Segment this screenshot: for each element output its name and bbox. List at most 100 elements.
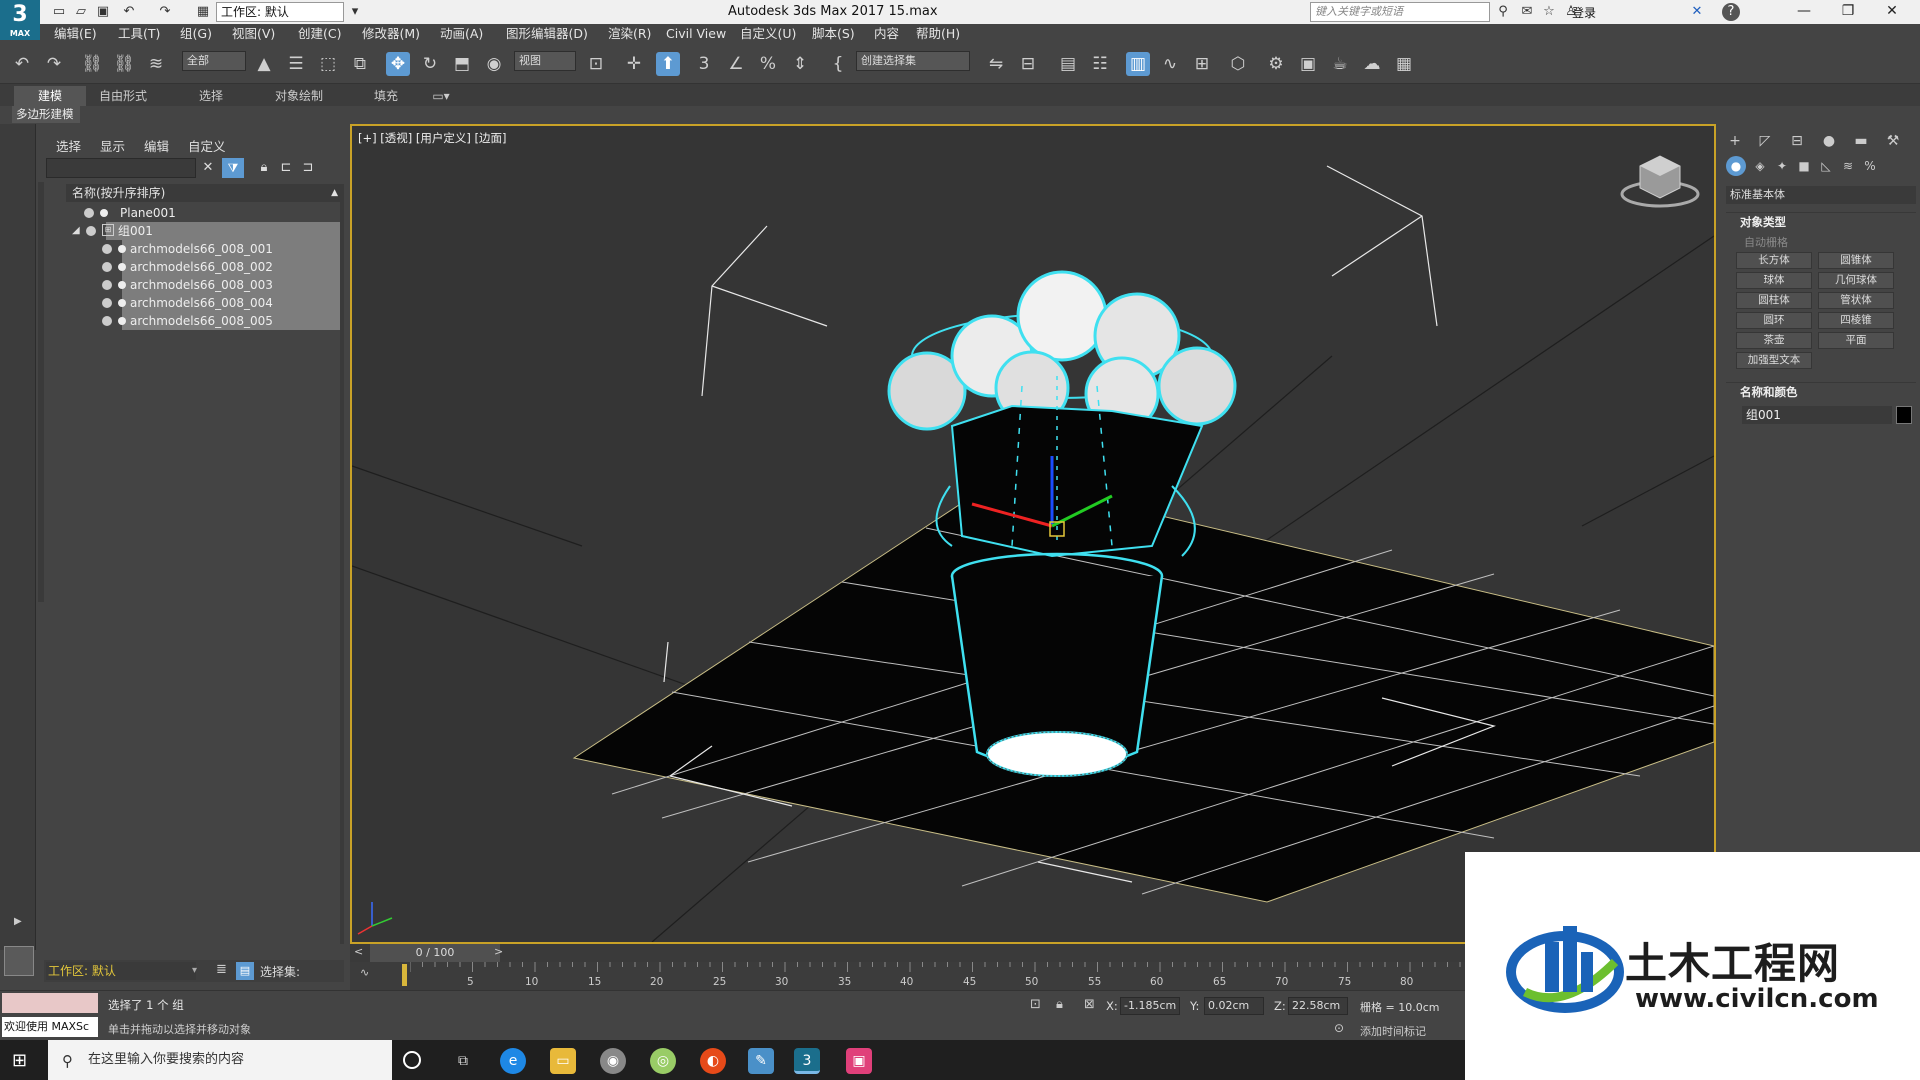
visibility-eye-icon[interactable] [102, 262, 112, 272]
menu-content[interactable]: 内容 [874, 24, 899, 44]
pivot-center-icon[interactable]: ⊡ [584, 52, 608, 76]
menu-graph-editors[interactable]: 图形编辑器(D) [506, 24, 588, 44]
cameras-category-icon[interactable]: ■ [1794, 156, 1814, 176]
menu-create[interactable]: 创建(C) [298, 24, 341, 44]
torus-button[interactable]: 圆环 [1736, 312, 1812, 329]
rollout-name-color[interactable]: 名称和颜色 [1726, 382, 1916, 400]
explorer-search-input[interactable] [46, 158, 196, 178]
close-window-button[interactable]: ✕ [1870, 0, 1914, 24]
create-tab-icon[interactable]: + [1724, 130, 1746, 152]
geosphere-button[interactable]: 几何球体 [1818, 272, 1894, 289]
expand-arrow-icon[interactable]: ▶ [14, 916, 22, 927]
systems-category-icon[interactable]: % [1860, 156, 1880, 176]
menu-edit[interactable]: 编辑(E) [54, 24, 97, 44]
undo-icon[interactable]: ↶ [120, 3, 138, 21]
pinned-app-icon[interactable]: ◉ [600, 1048, 626, 1074]
explorer-menu-edit[interactable]: 编辑 [144, 136, 169, 155]
place-icon[interactable]: ◉ [482, 52, 506, 76]
explorer-column-header[interactable]: 名称(按升序排序) ▲ [66, 184, 344, 202]
tab-object-paint[interactable]: 对象绘制 [262, 86, 336, 106]
toggle-ribbon-icon[interactable]: ☷ [1088, 52, 1112, 76]
y-coordinate-field[interactable]: 0.02cm [1204, 997, 1264, 1015]
menu-rendering[interactable]: 渲染(R) [608, 24, 651, 44]
project-icon[interactable]: ▦ [194, 3, 212, 21]
filter-icon[interactable]: ⧩ [222, 158, 244, 178]
layer-explorer-icon[interactable]: ▤ [1056, 52, 1080, 76]
cortana-icon[interactable] [403, 1051, 421, 1069]
notepad-icon[interactable]: ✎ [748, 1048, 774, 1074]
workspace-selector[interactable]: 工作区: 默认 [46, 962, 196, 980]
select-scale-icon[interactable]: ⬒ [450, 52, 474, 76]
layout-thumbnail[interactable] [4, 946, 34, 976]
absolute-mode-icon[interactable]: ⊠ [1084, 997, 1095, 1012]
binoculars-icon[interactable]: ⚲ [1494, 3, 1512, 21]
pyramid-button[interactable]: 四棱锥 [1818, 312, 1894, 329]
help-icon[interactable]: ? [1722, 3, 1740, 21]
task-view-icon[interactable]: ⧉ [450, 1048, 476, 1074]
tree-row-child[interactable]: archmodels66_008_003 [122, 276, 344, 294]
maxscript-listener-swatch[interactable] [2, 993, 98, 1013]
add-time-tag-button[interactable]: 添加时间标记 [1360, 1023, 1426, 1039]
visibility-eye-icon[interactable] [102, 280, 112, 290]
firefox-icon[interactable]: ◐ [700, 1048, 726, 1074]
tab-populate[interactable]: 填充 [354, 86, 418, 106]
maxscript-mini-listener[interactable]: 欢迎使用 MAXSc [2, 1017, 98, 1037]
undo-icon[interactable]: ↶ [10, 52, 34, 76]
cylinder-button[interactable]: 圆柱体 [1736, 292, 1812, 309]
tree-row-child[interactable]: archmodels66_008_002 [122, 258, 344, 276]
plane-button[interactable]: 平面 [1818, 332, 1894, 349]
menu-civil-view[interactable]: Civil View [666, 24, 726, 44]
box-button[interactable]: 长方体 [1736, 252, 1812, 269]
object-name-input[interactable]: 组001 [1742, 406, 1892, 424]
select-by-name-icon[interactable]: ☰ [284, 52, 308, 76]
visibility-eye-icon[interactable] [84, 208, 94, 218]
menu-scripting[interactable]: 脚本(S) [812, 24, 855, 44]
shapes-category-icon[interactable]: ◈ [1750, 156, 1770, 176]
3dsmax-taskbar-icon[interactable]: 3 [794, 1048, 820, 1074]
pinned-app-icon[interactable]: ◎ [650, 1048, 676, 1074]
textplus-button[interactable]: 加强型文本 [1736, 352, 1812, 369]
tube-button[interactable]: 管状体 [1818, 292, 1894, 309]
render-production-icon[interactable]: ☕ [1328, 52, 1352, 76]
explorer-menu-select[interactable]: 选择 [56, 136, 81, 155]
rollout-object-type[interactable]: 对象类型 [1726, 212, 1916, 230]
utilities-tab-icon[interactable]: ⚒ [1882, 130, 1904, 152]
visibility-eye-icon[interactable] [86, 226, 96, 236]
sphere-button[interactable]: 球体 [1736, 272, 1812, 289]
ribbon-polygon-modeling[interactable]: 多边形建模 [12, 106, 80, 123]
bind-space-warp-icon[interactable]: ≋ [144, 52, 168, 76]
render-setup-icon[interactable]: ⚙ [1264, 52, 1288, 76]
snaps-toggle-icon[interactable]: 3 [692, 52, 716, 76]
angle-snap-icon[interactable]: ∠ [724, 52, 748, 76]
communication-icon[interactable]: ✉ [1518, 3, 1536, 21]
modify-tab-icon[interactable]: ◸ [1754, 130, 1776, 152]
open-file-icon[interactable]: ▱ [72, 3, 90, 21]
ribbon-options-icon[interactable]: ▭▾ [426, 86, 456, 106]
lights-category-icon[interactable]: ✦ [1772, 156, 1792, 176]
prev-frame-icon[interactable]: < [354, 945, 363, 958]
keyboard-shortcut-override-icon[interactable]: ⬆ [656, 52, 680, 76]
menu-modifiers[interactable]: 修改器(M) [362, 24, 420, 44]
named-selection-dropdown[interactable]: 创建选择集 [856, 51, 970, 71]
rectangular-selection-icon[interactable]: ⬚ [316, 52, 340, 76]
tree-row-child[interactable]: archmodels66_008_005 [122, 312, 344, 330]
autogrid-checkbox[interactable]: 自动栅格 [1744, 234, 1788, 250]
z-coordinate-field[interactable]: 22.58cm [1288, 997, 1348, 1015]
hierarchy-tab-icon[interactable]: ⊟ [1786, 130, 1808, 152]
selection-filter-dropdown[interactable]: 全部 [182, 51, 246, 71]
tab-selection[interactable]: 选择 [176, 86, 246, 106]
manipulate-icon[interactable]: ✛ [622, 52, 646, 76]
spinner-snap-icon[interactable]: ⇕ [788, 52, 812, 76]
visibility-eye-icon[interactable] [102, 298, 112, 308]
percent-snap-icon[interactable]: % [756, 52, 780, 76]
object-color-swatch[interactable] [1896, 406, 1912, 424]
geometry-category-icon[interactable]: ● [1726, 156, 1746, 176]
windows-start-icon[interactable]: ⊞ [12, 1050, 27, 1071]
redo-icon[interactable]: ↷ [42, 52, 66, 76]
material-editor-icon[interactable]: ⬡ [1226, 52, 1250, 76]
curve-editor-icon[interactable]: ∿ [1158, 52, 1182, 76]
pinned-app-icon[interactable]: ▣ [846, 1048, 872, 1074]
primitive-category-dropdown[interactable]: 标准基本体 [1726, 186, 1916, 204]
favorites-star-icon[interactable]: ☆ [1540, 3, 1558, 21]
minimize-button[interactable]: — [1782, 0, 1826, 24]
